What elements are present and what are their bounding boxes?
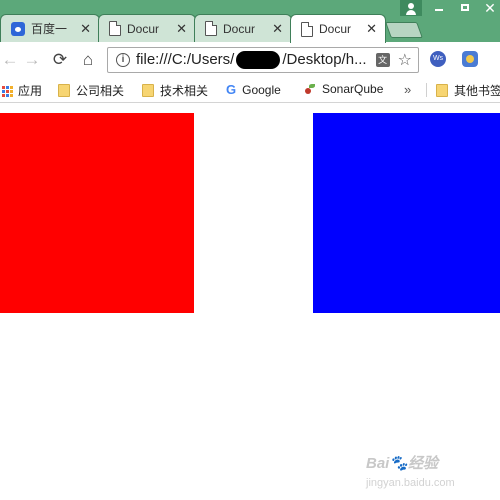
forward-button[interactable]: → [22, 50, 42, 70]
google-icon: G [226, 82, 237, 97]
translate-icon[interactable]: 文 [375, 53, 390, 67]
extension-icon-2[interactable] [462, 51, 478, 67]
maximize-button[interactable] [456, 0, 474, 16]
bookmark-folder-company[interactable]: 公司相关 [58, 82, 124, 99]
bookmark-google[interactable]: G Google [226, 82, 281, 97]
bookmark-label: SonarQube [322, 82, 384, 96]
tab-title: Docur [223, 21, 256, 36]
tab-document-1[interactable]: Docur ✕ [98, 14, 196, 42]
tab-document-2[interactable]: Docur ✕ [194, 14, 292, 42]
bookmark-folder-tech[interactable]: 技术相关 [142, 82, 208, 99]
info-icon[interactable]: i [116, 53, 130, 67]
apps-grid-icon [2, 85, 13, 97]
page-viewport [0, 103, 500, 500]
tab-title: 百度一 [31, 22, 68, 36]
bookmark-label: 应用 [18, 84, 43, 98]
tab-document-active[interactable]: Docur ✕ [290, 14, 386, 43]
bookmark-sonarqube[interactable]: SonarQube [304, 82, 383, 96]
baidu-jingyan-watermark: Bai🐾经验 jingyan.baidu.com [366, 455, 455, 489]
minimize-button[interactable] [430, 0, 448, 16]
bookmark-label: 其他书签 [454, 84, 500, 98]
watermark-subtext: jingyan.baidu.com [366, 477, 455, 489]
user-profile-icon[interactable] [400, 0, 422, 16]
document-icon [301, 21, 313, 37]
bookmark-label: 公司相关 [76, 84, 125, 98]
red-box [0, 113, 194, 313]
bookmarks-overflow-chevron-icon[interactable]: » [404, 82, 411, 97]
folder-icon [436, 84, 448, 97]
home-button[interactable]: ⌂ [78, 50, 98, 70]
folder-icon [142, 84, 154, 97]
sonarqube-icon [304, 83, 316, 95]
url-text[interactable]: file:///C:/Users/ /Desktop/h... [136, 50, 376, 70]
url-prefix: file:///C:/Users/ [136, 50, 235, 68]
tab-strip: 百度一 ✕ Docur ✕ Docur ✕ Docur ✕ ✕ [0, 0, 500, 43]
bookmark-label: 技术相关 [160, 84, 209, 98]
bookmark-folder-other[interactable]: 其他书签 [436, 82, 500, 99]
new-tab-button[interactable] [385, 22, 423, 38]
tab-title: Docur [319, 22, 352, 36]
bookmark-apps[interactable]: 应用 [2, 82, 42, 99]
bookmark-label: Google [242, 82, 281, 97]
close-icon[interactable]: ✕ [272, 21, 283, 37]
document-icon [109, 21, 121, 36]
document-icon [205, 21, 217, 36]
bookmarks-bar: 应用 公司相关 技术相关 G Google SonarQube » 其他书签 [0, 78, 500, 103]
redaction-mark [236, 51, 281, 70]
bookmark-star-icon[interactable]: ☆ [398, 50, 412, 70]
extension-icon[interactable]: Ws [430, 51, 446, 67]
close-icon[interactable]: ✕ [176, 21, 187, 37]
baidu-paw-icon [11, 21, 25, 36]
tab-title: Docur [127, 21, 160, 36]
browser-toolbar: ← → ⟳ ⌂ i file:///C:/Users/ /Desktop/h...… [0, 42, 500, 78]
tab-baidu[interactable]: 百度一 ✕ [0, 14, 100, 42]
back-button[interactable]: ← [0, 50, 20, 70]
folder-icon [58, 84, 70, 97]
bookmark-separator [426, 83, 427, 97]
address-bar[interactable]: i file:///C:/Users/ /Desktop/h... 文 ☆ [107, 47, 419, 73]
close-icon[interactable]: ✕ [366, 21, 377, 37]
window-close-button[interactable]: ✕ [480, 0, 500, 16]
close-icon[interactable]: ✕ [80, 21, 91, 37]
blue-box [313, 113, 500, 313]
url-suffix: /Desktop/h... [282, 50, 367, 68]
reload-button[interactable]: ⟳ [50, 50, 70, 70]
